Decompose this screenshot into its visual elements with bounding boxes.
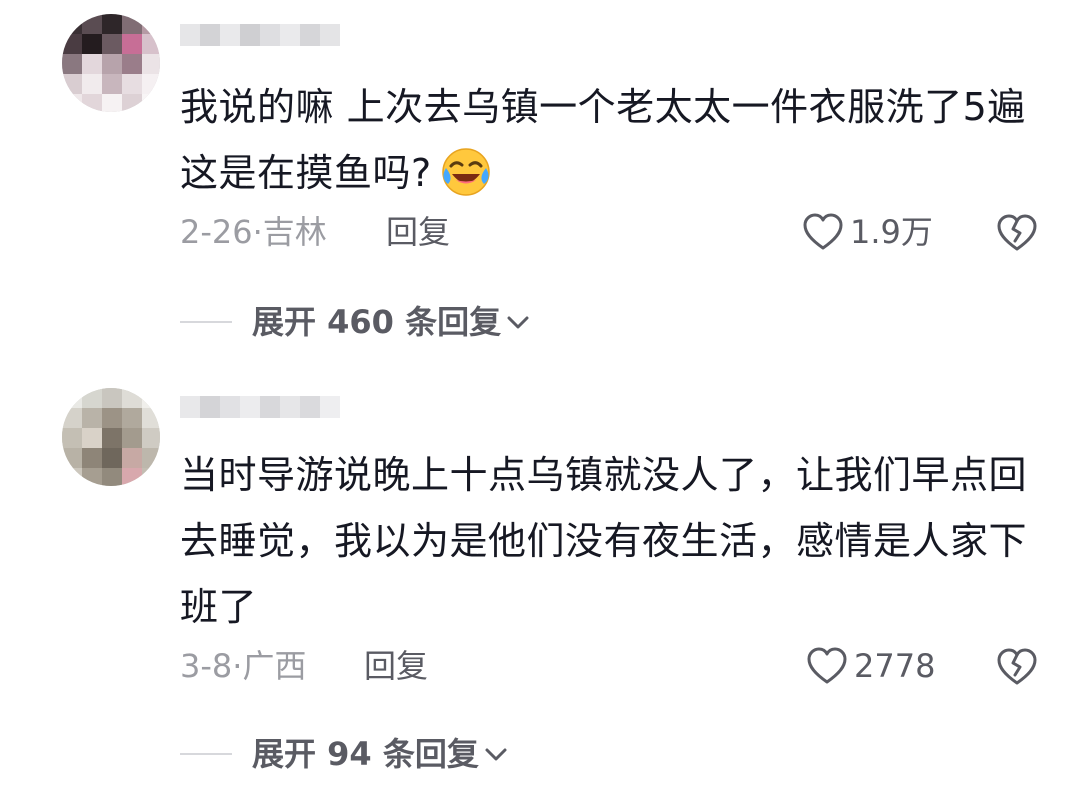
expand-replies-button[interactable]: 展开 94 条回复 <box>180 732 509 776</box>
avatar[interactable] <box>62 388 160 486</box>
username-blurred[interactable] <box>180 396 340 422</box>
comment-text-line: 去睡觉，我以为是他们没有夜生活，感情是人家下 <box>180 519 1028 563</box>
broken-heart-icon[interactable] <box>996 646 1038 688</box>
divider <box>180 753 232 755</box>
reply-button[interactable]: 回复 <box>364 644 428 688</box>
comment-text-line: 当时导游说晚上十点乌镇就没人了，让我们早点回 <box>180 453 1028 497</box>
like-count: 2778 <box>854 647 936 685</box>
like-button[interactable]: 2778 <box>806 644 935 688</box>
heart-outline-icon <box>807 647 847 684</box>
expand-replies-label: 展开 94 条回复 <box>252 735 479 773</box>
comment-text: 当时导游说晚上十点乌镇就没人了，让我们早点回 去睡觉，我以为是他们没有夜生活，感… <box>180 442 1050 640</box>
comment-item: 当时导游说晚上十点乌镇就没人了，让我们早点回 去睡觉，我以为是他们没有夜生活，感… <box>0 0 1080 785</box>
chevron-down-icon <box>485 748 507 761</box>
comment-date-location: 3-8·广西 <box>180 647 307 685</box>
comment-text-line: 班了 <box>180 585 258 629</box>
